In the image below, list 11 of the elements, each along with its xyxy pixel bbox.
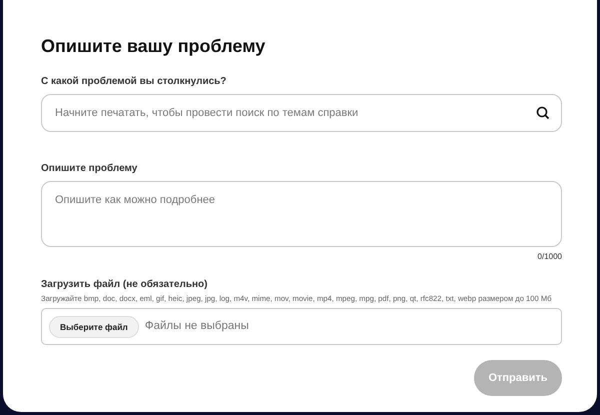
choose-file-button[interactable]: Выберите файл: [49, 316, 139, 338]
field-label: С какой проблемой вы столкнулись?: [41, 75, 228, 88]
page-title: Опишите вашу проблему: [41, 35, 266, 58]
file-field[interactable]: Выберите файл Файлы не выбраны: [41, 308, 562, 345]
field-label: Загрузить файл (не обязательно): [41, 278, 208, 291]
description-field[interactable]: Опишите как можно подробнее: [41, 181, 562, 247]
file-status: Файлы не выбраны: [144, 318, 249, 334]
search-icon: [536, 106, 550, 120]
field-label: Опишите проблему: [41, 162, 138, 175]
search-field[interactable]: Начните печатать, чтобы провести поиск по темам справки: [41, 94, 562, 132]
character-counter: 0/1000: [538, 252, 562, 262]
